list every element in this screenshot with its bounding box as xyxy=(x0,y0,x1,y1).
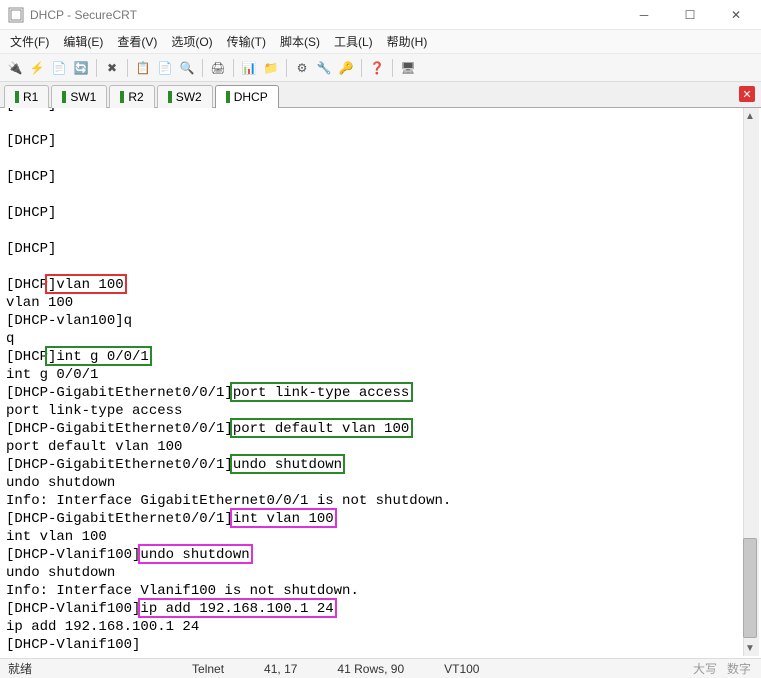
tab-label: SW2 xyxy=(176,90,202,104)
menu-file[interactable]: 文件(F) xyxy=(10,33,49,50)
tool-find-icon[interactable]: 🔍 xyxy=(178,59,196,77)
window-title: DHCP - SecureCRT xyxy=(30,8,621,22)
close-button[interactable]: ✕ xyxy=(713,1,759,29)
tool-paste-icon[interactable]: 📄 xyxy=(156,59,174,77)
separator xyxy=(96,59,97,77)
status-cursor-pos: 41, 17 xyxy=(264,662,297,676)
tab-label: DHCP xyxy=(234,90,268,104)
status-dot-icon xyxy=(15,91,19,103)
tab-label: SW1 xyxy=(70,90,96,104)
separator xyxy=(392,59,393,77)
menubar: 文件(F) 编辑(E) 查看(V) 选项(O) 传输(T) 脚本(S) 工具(L… xyxy=(0,30,761,54)
tool-x-icon[interactable]: 🖥 xyxy=(399,59,417,77)
tool-key-icon[interactable]: 🔑 xyxy=(337,59,355,77)
menu-help[interactable]: 帮助(H) xyxy=(387,33,428,50)
tool-connect-icon[interactable]: 🔌 xyxy=(6,59,24,77)
separator xyxy=(127,59,128,77)
menu-script[interactable]: 脚本(S) xyxy=(280,33,320,50)
tool-reconnect-icon[interactable]: 🔄 xyxy=(72,59,90,77)
status-num: 数字 xyxy=(727,662,751,676)
menu-view[interactable]: 查看(V) xyxy=(117,33,157,50)
maximize-button[interactable]: ☐ xyxy=(667,1,713,29)
tool-help-icon[interactable]: ❓ xyxy=(368,59,386,77)
separator xyxy=(361,59,362,77)
tool-b-icon[interactable]: 📁 xyxy=(262,59,280,77)
app-icon xyxy=(8,7,24,23)
window-controls: ─ ☐ ✕ xyxy=(621,1,759,29)
tool-disconnect-icon[interactable]: ✖ xyxy=(103,59,121,77)
scroll-down-icon[interactable]: ▼ xyxy=(743,640,757,656)
status-dot-icon xyxy=(168,91,172,103)
tab-sw1[interactable]: SW1 xyxy=(51,85,107,108)
tool-copy-icon[interactable]: 📋 xyxy=(134,59,152,77)
separator xyxy=(202,59,203,77)
status-term-type: VT100 xyxy=(444,662,479,676)
toolbar: 🔌 ⚡ 📄 🔄 ✖ 📋 📄 🔍 🖨 📊 📁 ⚙ 🔧 🔑 ❓ 🖥 xyxy=(0,54,761,82)
minimize-button[interactable]: ─ xyxy=(621,1,667,29)
statusbar: 就绪 Telnet 41, 17 41 Rows, 90 VT100 大写 数字 xyxy=(0,658,761,678)
terminal-output: [DHCP] [DHCP] [DHCP] [DHCP] [DHCP] [DHCP… xyxy=(0,108,761,658)
separator xyxy=(286,59,287,77)
tab-r1[interactable]: R1 xyxy=(4,85,49,108)
terminal-area[interactable]: [DHCP] [DHCP] [DHCP] [DHCP] [DHCP] [DHCP… xyxy=(0,108,761,658)
menu-options[interactable]: 选项(O) xyxy=(171,33,212,50)
titlebar: DHCP - SecureCRT ─ ☐ ✕ xyxy=(0,0,761,30)
status-protocol: Telnet xyxy=(192,662,224,676)
tab-dhcp[interactable]: DHCP xyxy=(215,85,279,108)
separator xyxy=(233,59,234,77)
scrollbar-track[interactable]: ▲ ▼ xyxy=(743,108,759,656)
status-dot-icon xyxy=(226,91,230,103)
tool-quick-icon[interactable]: ⚡ xyxy=(28,59,46,77)
status-right: 大写 数字 xyxy=(693,660,751,677)
tool-session-icon[interactable]: 📄 xyxy=(50,59,68,77)
tab-r2[interactable]: R2 xyxy=(109,85,154,108)
tab-label: R1 xyxy=(23,90,38,104)
tool-a-icon[interactable]: 📊 xyxy=(240,59,258,77)
status-dot-icon xyxy=(62,91,66,103)
scroll-up-icon[interactable]: ▲ xyxy=(743,108,757,124)
tabbar: R1 SW1 R2 SW2 DHCP ✕ xyxy=(0,82,761,108)
tool-print-icon[interactable]: 🖨 xyxy=(209,59,227,77)
scroll-thumb[interactable] xyxy=(743,538,757,638)
menu-tools[interactable]: 工具(L) xyxy=(334,33,373,50)
tool-properties-icon[interactable]: ⚙ xyxy=(293,59,311,77)
menu-edit[interactable]: 编辑(E) xyxy=(63,33,103,50)
tool-settings-icon[interactable]: 🔧 xyxy=(315,59,333,77)
menu-transfer[interactable]: 传输(T) xyxy=(227,33,266,50)
tab-close-icon[interactable]: ✕ xyxy=(739,86,755,102)
tab-label: R2 xyxy=(128,90,143,104)
status-term-size: 41 Rows, 90 xyxy=(337,662,404,676)
status-caps: 大写 xyxy=(693,662,717,676)
tab-sw2[interactable]: SW2 xyxy=(157,85,213,108)
status-dot-icon xyxy=(120,91,124,103)
status-ready: 就绪 xyxy=(8,660,32,677)
